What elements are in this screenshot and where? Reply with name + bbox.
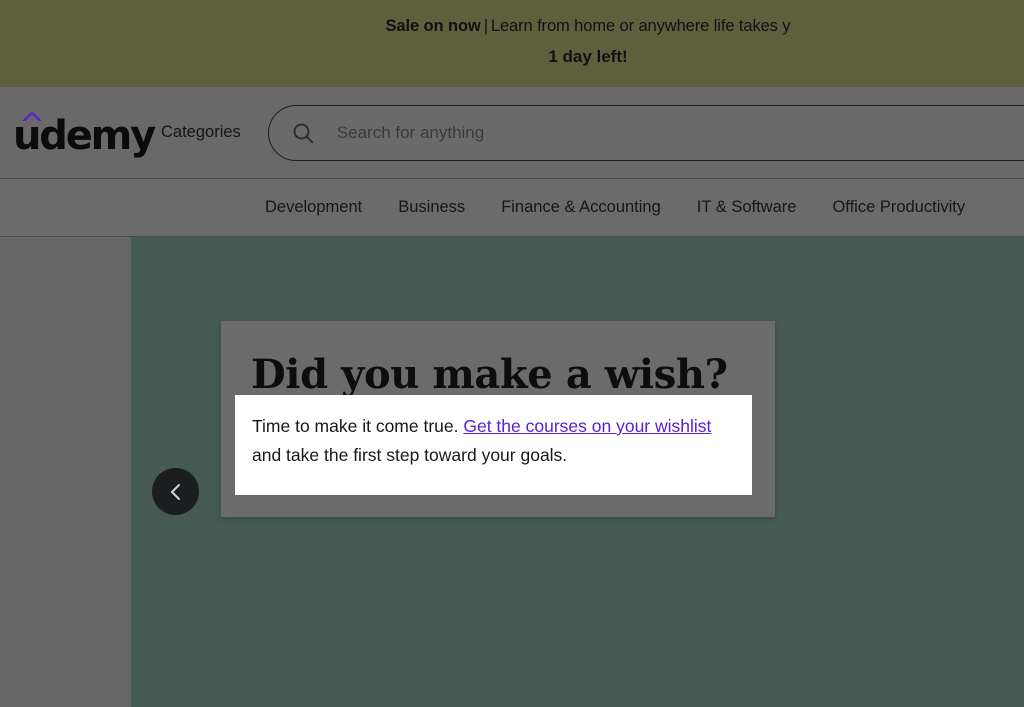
promo-separator: | — [483, 17, 488, 35]
category-link-finance-accounting[interactable]: Finance & Accounting — [483, 198, 679, 217]
udemy-logo[interactable]: udemy — [8, 109, 156, 157]
promo-sale-label: Sale on now — [385, 17, 481, 35]
chevron-left-icon — [170, 483, 180, 500]
category-nav: Development Business Finance & Accountin… — [0, 179, 1024, 237]
wishlist-card-title: Did you make a wish? — [251, 351, 728, 398]
promo-headline: Sale on now | Learn from home or anywhere … — [0, 14, 1024, 40]
carousel-previous-button[interactable] — [152, 468, 199, 515]
category-link-office-productivity[interactable]: Office Productivity — [814, 198, 983, 217]
page-root: Sale on now | Learn from home or anywhere … — [0, 0, 1024, 707]
promo-banner: Sale on now | Learn from home or anywhere … — [0, 0, 1024, 87]
search-input[interactable] — [336, 122, 1024, 143]
wishlist-body-prefix: Time to make it come true. — [252, 416, 464, 436]
search-icon — [293, 123, 314, 143]
promo-countdown: 1 day left! — [548, 46, 628, 66]
category-link-it-software[interactable]: IT & Software — [679, 198, 815, 217]
promo-subtext: Learn from home or anywhere life takes y — [490, 17, 791, 35]
wishlist-card-body-box: Time to make it come true. Get the cours… — [235, 395, 752, 495]
categories-menu-button[interactable]: Categories — [161, 123, 241, 142]
wishlist-card: Did you make a wish? Time to make it com… — [221, 321, 775, 517]
category-link-development[interactable]: Development — [247, 198, 380, 217]
wishlist-card-body: Time to make it come true. Get the cours… — [252, 412, 734, 470]
search-bar[interactable] — [267, 104, 1024, 161]
category-link-business[interactable]: Business — [380, 198, 483, 217]
udemy-wordmark: udemy — [13, 112, 156, 159]
site-header: udemy Categories — [0, 87, 1024, 179]
wishlist-link[interactable]: Get the courses on your wishlist — [463, 416, 711, 436]
wishlist-body-suffix: and take the first step toward your goal… — [252, 445, 568, 465]
